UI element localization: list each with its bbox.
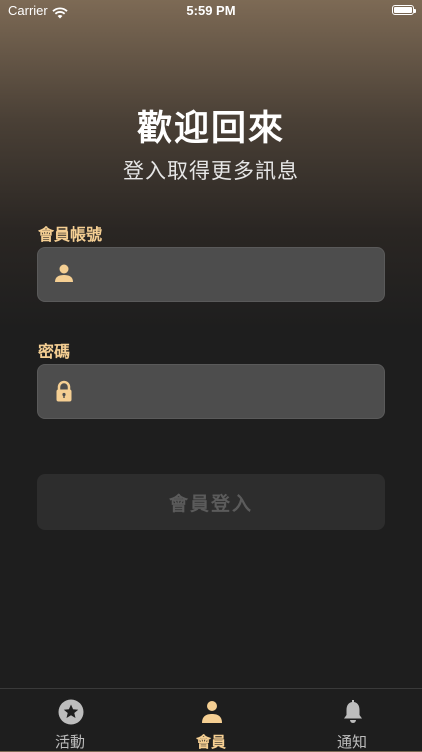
account-label: 會員帳號 [38, 225, 103, 244]
password-field[interactable] [37, 364, 385, 419]
password-input[interactable] [93, 365, 373, 418]
tab-activities[interactable]: 活動 [0, 689, 140, 751]
tab-activities-label: 活動 [54, 733, 85, 751]
user-icon [52, 262, 76, 286]
login-button[interactable]: 會員登入 [37, 474, 385, 530]
tab-member-label: 會員 [195, 733, 226, 751]
account-input[interactable] [93, 248, 373, 301]
lock-icon [52, 379, 76, 403]
tab-notifications[interactable]: 通知 [282, 689, 422, 751]
bell-icon [340, 699, 366, 725]
page-title: 歡迎回來 [136, 109, 285, 149]
status-time: 5:59 PM [186, 3, 236, 18]
status-bar: Carrier 5:59 PM [0, 0, 422, 24]
password-label: 密碼 [38, 342, 71, 361]
tab-bar: 活動 會員 通知 [0, 688, 422, 751]
person-icon [199, 699, 225, 725]
tab-member[interactable]: 會員 [141, 689, 281, 751]
battery-icon [392, 5, 416, 15]
page-subtitle: 登入取得更多訊息 [123, 159, 299, 183]
star-circle-icon [58, 699, 84, 725]
tab-notifications-label: 通知 [336, 733, 367, 751]
account-field[interactable] [37, 247, 385, 302]
login-button-label: 會員登入 [168, 492, 253, 515]
